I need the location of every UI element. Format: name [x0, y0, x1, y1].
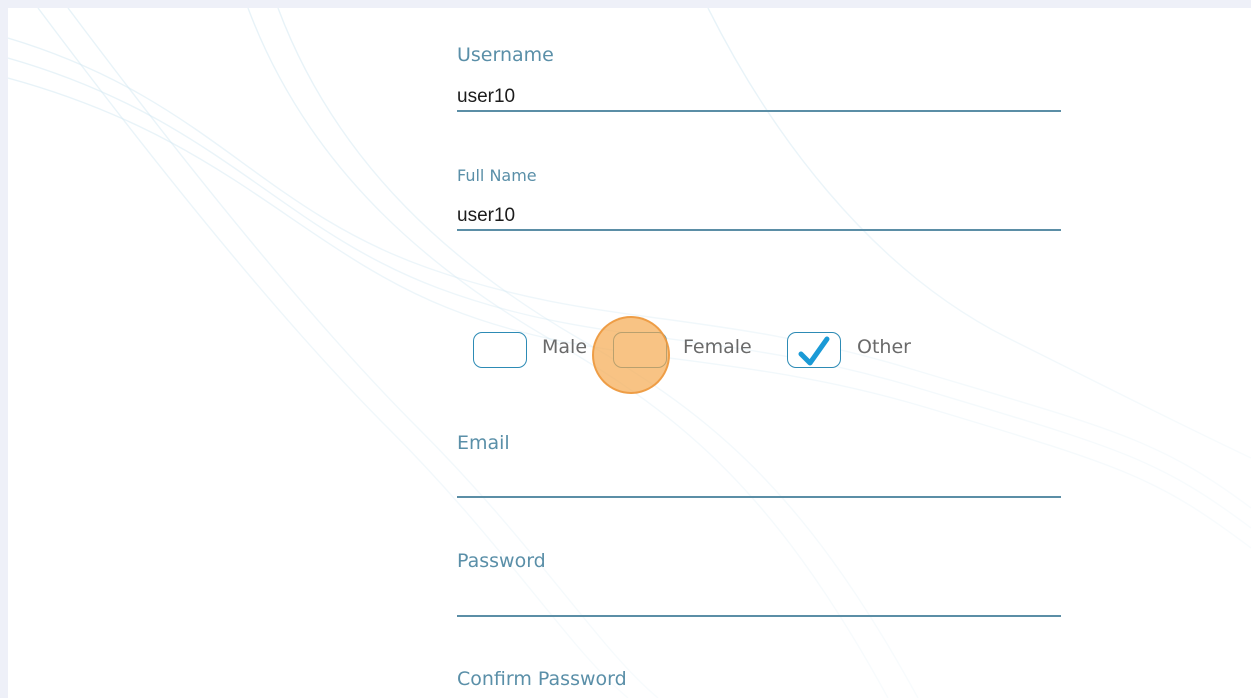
password-field-group: Password — [457, 550, 1061, 620]
username-label: Username — [457, 44, 554, 66]
confirm-password-label: Confirm Password — [457, 668, 627, 690]
confirm-password-field-group: Confirm Password — [457, 668, 1061, 698]
gender-other-label[interactable]: Other — [857, 336, 911, 358]
full-name-field-group: Full Name — [457, 166, 1061, 232]
full-name-label: Full Name — [457, 166, 537, 185]
email-label: Email — [457, 432, 510, 454]
username-input[interactable] — [457, 84, 1061, 112]
password-input[interactable] — [457, 589, 1061, 617]
gender-male-checkbox[interactable] — [473, 332, 527, 368]
full-name-input[interactable] — [457, 203, 1061, 231]
gender-radio-group: Male Female Other — [473, 326, 973, 376]
gender-other-checkbox[interactable] — [787, 332, 841, 368]
signup-form-page: Username Full Name Male Female Other Ema… — [8, 8, 1251, 698]
password-label: Password — [457, 550, 546, 572]
gender-female-checkbox[interactable] — [613, 332, 667, 368]
username-field-group: Username — [457, 44, 1061, 114]
gender-male-label[interactable]: Male — [542, 336, 587, 358]
email-input[interactable] — [457, 470, 1061, 498]
checkmark-icon — [798, 336, 830, 366]
gender-female-label[interactable]: Female — [683, 336, 752, 358]
email-field-group: Email — [457, 432, 1061, 502]
